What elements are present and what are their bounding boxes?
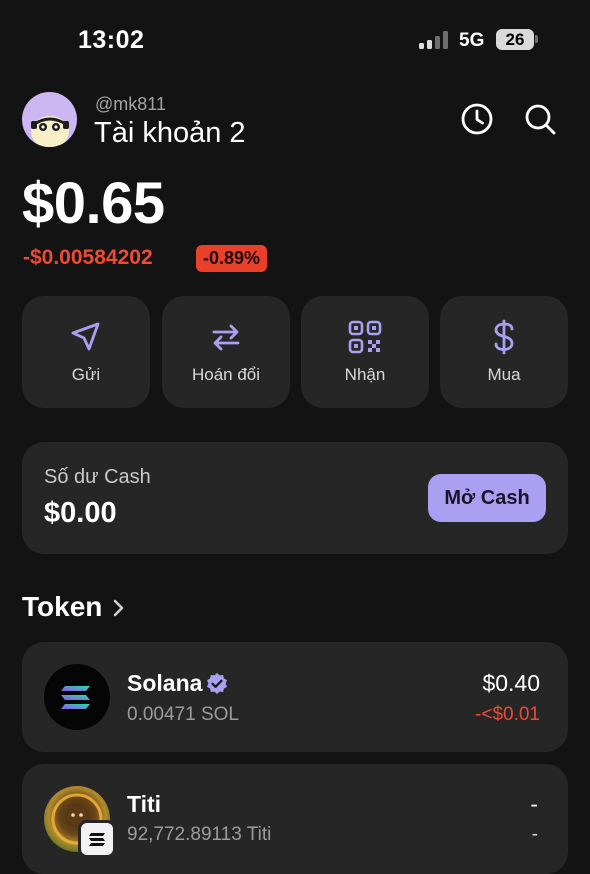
solana-logo-icon: [44, 664, 110, 730]
receive-button[interactable]: Nhận: [301, 296, 429, 408]
buy-button[interactable]: Mua: [440, 296, 568, 408]
receive-label: Nhận: [344, 365, 386, 384]
tokens-section-title[interactable]: Token: [22, 591, 102, 623]
token-name: Titi: [127, 791, 162, 817]
token-change: -: [531, 824, 538, 845]
avatar-face-icon: [31, 116, 69, 147]
dollar-icon: [494, 319, 514, 355]
token-name: Solana: [127, 670, 203, 696]
open-cash-button[interactable]: Mở Cash: [428, 474, 546, 522]
swap-label: Hoán đổi: [191, 365, 261, 384]
account-name[interactable]: Tài khoản 2: [94, 117, 246, 150]
signal-strength-icon: [419, 31, 449, 49]
balance-change-percent-badge: -0.89%: [196, 245, 268, 272]
chevron-right-icon[interactable]: [111, 597, 127, 619]
avatar[interactable]: [22, 92, 77, 147]
buy-label: Mua: [487, 365, 521, 384]
token-value: -: [530, 791, 538, 817]
total-balance: $0.65: [22, 171, 165, 236]
status-time: 13:02: [78, 26, 145, 54]
token-value: $0.40: [482, 670, 540, 696]
battery-tip: [535, 35, 538, 43]
swap-icon: [212, 324, 240, 351]
search-icon[interactable]: [523, 102, 557, 136]
cash-value: $0.00: [44, 497, 117, 529]
balance-change-amount: -$0.00584202: [23, 246, 153, 269]
token-amount: 92,772.89113 Titi: [127, 824, 272, 845]
token-change: -<$0.01: [475, 704, 540, 725]
send-icon: [71, 322, 100, 351]
cash-label: Số dư Cash: [44, 466, 151, 488]
send-label: Gửi: [71, 365, 101, 384]
battery-icon: 26: [496, 29, 534, 50]
verified-badge-icon: [205, 672, 229, 696]
send-button[interactable]: Gửi: [22, 296, 150, 408]
token-amount: 0.00471 SOL: [127, 704, 239, 725]
solana-chain-badge-icon: [78, 820, 116, 858]
network-type: 5G: [459, 30, 485, 51]
qr-code-icon: [348, 320, 382, 354]
history-icon[interactable]: [460, 102, 494, 136]
username: @mk811: [95, 94, 166, 114]
swap-button[interactable]: Hoán đổi: [162, 296, 290, 408]
